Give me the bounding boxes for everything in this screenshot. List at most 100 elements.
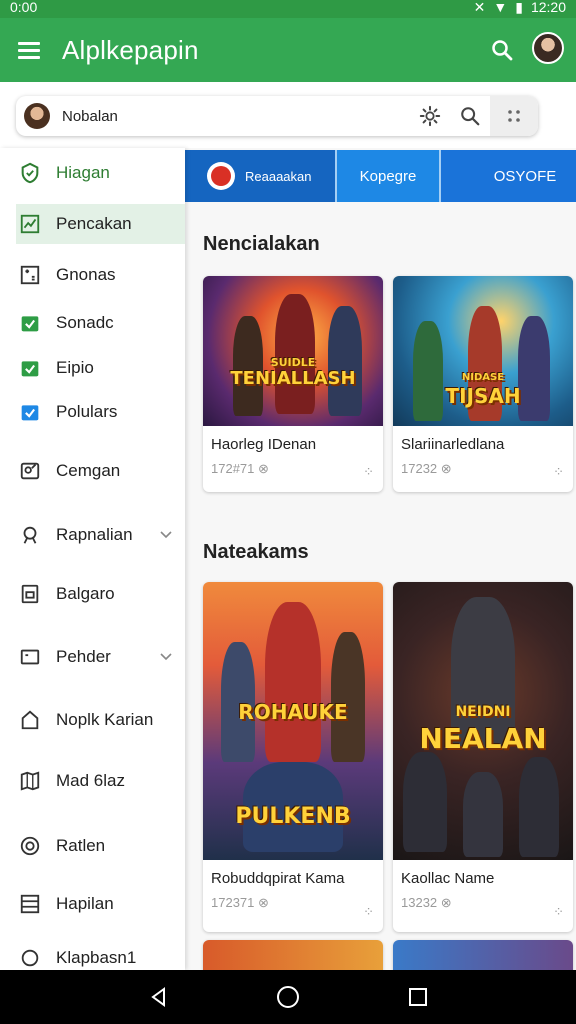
tab-label: Reaaaakan: [245, 168, 312, 184]
book-icon: [18, 769, 42, 793]
game-meta: 17232 ⊗: [401, 461, 452, 476]
game-logo-sub: NEIDNI: [455, 704, 511, 720]
more-icon[interactable]: ⁘: [553, 464, 564, 480]
chart-icon: [18, 212, 42, 236]
game-meta: 172371 ⊗: [211, 895, 269, 910]
more-icon[interactable]: ⁘: [363, 464, 374, 480]
tab-kopegre[interactable]: Kopegre: [335, 150, 441, 202]
status-time: 12:20: [530, 0, 566, 15]
sidebar-item-label: Ratlen: [56, 836, 106, 855]
section-title: Nateakams: [203, 541, 309, 563]
sidebar-item-label: Sonadc: [56, 313, 114, 332]
sidebar-item-noplk-karian[interactable]: Noplk Karian: [0, 700, 185, 740]
house-icon: [18, 708, 42, 732]
sidebar-item-label: Eipio: [56, 358, 94, 377]
sidebar-item-hapilan[interactable]: Hapilan: [0, 884, 185, 924]
sidebar-item-rapnalian[interactable]: Rapnalian: [0, 515, 185, 555]
signal-icon: ✕: [473, 0, 486, 15]
list-icon: [18, 892, 42, 916]
sidebar-item-cemgan[interactable]: Cemgan: [0, 451, 185, 491]
sidebar-item-eipio[interactable]: Eipio: [0, 348, 185, 388]
sidebar-item-mad-6laz[interactable]: Mad 6laz: [0, 761, 185, 801]
chevron-down-icon[interactable]: [159, 527, 173, 547]
game-card[interactable]: NIDASE TIJSAH Slariinarledlana 17232 ⊗ ⁘: [393, 276, 573, 492]
sidebar-item-klapbasn1[interactable]: Klapbasn1: [0, 946, 185, 970]
recents-icon[interactable]: [403, 982, 433, 1012]
more-icon[interactable]: ⁘: [363, 904, 374, 920]
tab-bar: Reaaaakan Kopegre OSYOFE: [185, 150, 576, 202]
sidebar-item-label: Balgaro: [56, 584, 115, 603]
game-card[interactable]: ROHAUKE PULKENB Robuddqpirat Kama 172371…: [203, 582, 383, 932]
game-card[interactable]: NEIDNI NEALAN Kaollac Name 13232 ⊗ ⁘: [393, 582, 573, 932]
gamepad-icon: [18, 263, 42, 287]
sidebar-item-hiagan[interactable]: Hiagan: [0, 153, 185, 193]
game-logo-sub: PULKENB: [235, 804, 351, 829]
gear-icon[interactable]: [410, 96, 450, 136]
system-nav-bar: [0, 970, 576, 1024]
sidebar-item-pehder[interactable]: Pehder: [0, 637, 185, 677]
section-title: Nencialakan: [203, 233, 320, 255]
home-icon[interactable]: [273, 982, 303, 1012]
game-logo-title: NEALAN: [419, 722, 547, 755]
sidebar-item-label: Polulars: [56, 402, 118, 421]
grid-icon[interactable]: [490, 96, 538, 136]
search-bar[interactable]: Nobalan: [16, 96, 538, 136]
wifi-icon: ▼: [493, 0, 508, 15]
sidebar-item-label: Pehder: [56, 647, 111, 666]
sidebar-item-label: Hiagan: [56, 163, 110, 182]
game-card[interactable]: SUIDLE TENIALLASH Haorleg IDenan 172#71 …: [203, 276, 383, 492]
people-icon: [18, 459, 42, 483]
target-icon: [18, 834, 42, 858]
game-name: Haorleg IDenan: [211, 436, 317, 453]
sidebar-item-label: Klapbasn1: [56, 948, 137, 967]
shield-icon: [18, 161, 42, 185]
game-logo-title: ROHAUKE: [238, 700, 348, 724]
sidebar-item-polulars[interactable]: Polulars: [0, 392, 185, 432]
sidebar-item-balgaro[interactable]: Balgaro: [0, 574, 185, 614]
sidebar-item-label: Noplk Karian: [56, 710, 154, 729]
game-logo-title: TENIALLASH: [230, 368, 356, 389]
sidebar-item-pencakan[interactable]: Pencakan: [16, 204, 185, 244]
pin-icon: [18, 523, 42, 547]
sidebar-item-ratlen[interactable]: Ratlen: [0, 826, 185, 866]
back-icon[interactable]: [144, 982, 174, 1012]
menu-icon[interactable]: [18, 40, 46, 60]
app-title: Alplkepapin: [62, 34, 199, 65]
game-card[interactable]: [393, 940, 573, 970]
sidebar-item-sonadc[interactable]: Sonadc: [0, 303, 185, 343]
square-icon: [18, 582, 42, 606]
check-icon: [18, 311, 42, 335]
brand-logo-icon: [207, 162, 235, 190]
sidebar-item-label: Pencakan: [56, 214, 132, 233]
check-icon: [18, 400, 42, 424]
battery-icon: ▮: [515, 0, 523, 15]
more-icon[interactable]: ⁘: [553, 904, 564, 920]
sidebar-item-gnonas[interactable]: Gnonas: [0, 255, 185, 295]
tab-osyofe[interactable]: OSYOFE: [475, 150, 575, 202]
game-card[interactable]: [203, 940, 383, 970]
game-artwork: SUIDLE TENIALLASH: [203, 276, 383, 426]
gear-icon: [18, 946, 42, 970]
sidebar-item-label: Rapnalian: [56, 525, 133, 544]
tv-icon: [18, 645, 42, 669]
search-icon[interactable]: [450, 96, 490, 136]
status-bar: 0:00 ✕ ▼ ▮ 12:20: [0, 0, 576, 18]
main-content: Reaaaakan Kopegre OSYOFE Nencialakan SUI…: [185, 148, 576, 970]
sidebar-item-label: Hapilan: [56, 894, 114, 913]
status-left-text: 0:00: [10, 0, 38, 15]
game-logo-sub: NIDASE: [461, 372, 505, 383]
sidebar-item-label: Mad 6laz: [56, 771, 125, 790]
user-avatar: [24, 103, 50, 129]
check-icon: [18, 356, 42, 380]
game-logo-title: TIJSAH: [445, 384, 521, 408]
tab-reaaaakan[interactable]: Reaaaakan: [185, 150, 345, 202]
navigation-drawer: Hiagan Pencakan Gnonas Sonadc Eipio Polu…: [0, 148, 185, 970]
game-name: Robuddqpirat Kama: [211, 870, 345, 887]
tab-label: OSYOFE: [493, 167, 557, 185]
app-bar: Alplkepapin: [0, 18, 576, 82]
avatar[interactable]: [532, 32, 564, 64]
search-icon[interactable]: [490, 38, 514, 62]
chevron-down-icon[interactable]: [159, 649, 173, 669]
game-name: Kaollac Name: [401, 870, 495, 887]
game-artwork: NIDASE TIJSAH: [393, 276, 573, 426]
